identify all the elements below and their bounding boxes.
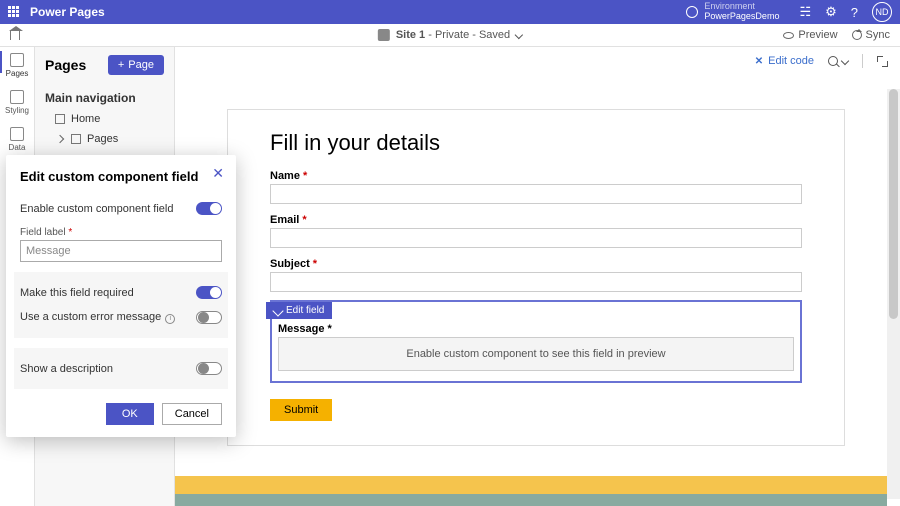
edit-code-label: Edit code: [768, 55, 814, 67]
field-message-selected[interactable]: Edit field Message * Enable custom compo…: [270, 300, 802, 383]
site-status[interactable]: Site 1 - Private - Saved: [378, 29, 522, 41]
submit-button[interactable]: Submit: [270, 399, 332, 421]
scrollbar-thumb[interactable]: [889, 89, 898, 319]
email-input[interactable]: [270, 228, 802, 248]
nav-item-label: Pages: [87, 133, 118, 145]
styling-icon: [10, 90, 24, 104]
panel-title: Pages: [45, 57, 86, 73]
enable-component-row: Enable custom component field: [20, 196, 222, 221]
app-launcher-icon[interactable]: [8, 6, 20, 18]
top-bar: Power Pages Environment PowerPagesDemo ☵…: [0, 0, 900, 24]
show-description-label: Show a description: [20, 363, 113, 375]
nav-item-label: Home: [71, 113, 100, 125]
nav-label: Pages: [6, 69, 29, 78]
breadcrumb-bar: Site 1 - Private - Saved Preview Sync: [0, 24, 900, 47]
custom-error-label: Use a custom error messagei: [20, 311, 175, 324]
enable-component-toggle[interactable]: [196, 202, 222, 215]
message-placeholder-box: Enable custom component to see this fiel…: [278, 337, 794, 371]
canvas: ✕ Edit code Fill in your details Name * E…: [175, 47, 900, 506]
custom-error-row: Use a custom error messagei: [20, 305, 222, 330]
cancel-button[interactable]: Cancel: [162, 403, 222, 425]
page-icon: [71, 134, 81, 144]
name-label: Name *: [270, 170, 802, 182]
form-card: Fill in your details Name * Email * Subj…: [227, 109, 845, 446]
edit-field-button[interactable]: Edit field: [266, 302, 332, 319]
brand-title: Power Pages: [30, 5, 105, 19]
nav-item-pages[interactable]: Pages: [35, 129, 174, 149]
home-icon[interactable]: [10, 30, 20, 40]
form-heading: Fill in your details: [270, 130, 802, 156]
message-label: Message *: [278, 323, 794, 335]
environment-picker[interactable]: Environment PowerPagesDemo: [686, 2, 779, 22]
add-page-button[interactable]: + Page: [108, 55, 164, 75]
subject-label: Subject *: [270, 258, 802, 270]
canvas-toolbar: ✕ Edit code: [175, 47, 900, 75]
nav-label: Data: [9, 143, 26, 152]
scrollbar[interactable]: [887, 89, 900, 499]
email-label: Email *: [270, 214, 802, 226]
data-icon: [10, 127, 24, 141]
footer-band-green: [175, 494, 887, 506]
sync-button[interactable]: Sync: [852, 29, 890, 41]
chevron-down-icon: [841, 57, 849, 65]
notifications-icon[interactable]: ☵: [799, 4, 811, 20]
preview-label: Preview: [798, 29, 837, 41]
show-description-toggle[interactable]: [196, 362, 222, 375]
dialog-title: Edit custom component field: [20, 169, 222, 184]
site-name: Site 1: [396, 29, 425, 41]
add-page-label: Page: [128, 59, 154, 71]
plus-icon: +: [118, 59, 124, 71]
info-icon[interactable]: i: [165, 314, 175, 324]
pencil-icon: [272, 305, 283, 316]
show-description-row: Show a description: [20, 356, 222, 381]
pages-icon: [10, 53, 24, 67]
edit-field-label: Edit field: [286, 305, 324, 316]
site-icon: [378, 29, 390, 41]
edit-field-dialog: ✕ Edit custom component field Enable cus…: [6, 155, 236, 437]
required-row: Make this field required: [20, 280, 222, 305]
required-toggle[interactable]: [196, 286, 222, 299]
home-page-icon: [55, 114, 65, 124]
magnify-icon: [828, 56, 838, 66]
fullscreen-icon[interactable]: [877, 56, 888, 67]
help-icon[interactable]: ?: [851, 5, 858, 20]
custom-error-toggle[interactable]: [196, 311, 222, 324]
field-email: Email *: [270, 214, 802, 248]
nav-styling[interactable]: Styling: [5, 90, 29, 115]
ok-button[interactable]: OK: [106, 403, 154, 425]
sync-icon: [852, 30, 862, 40]
name-input[interactable]: [270, 184, 802, 204]
eye-icon: [783, 32, 794, 39]
field-subject: Subject *: [270, 258, 802, 292]
field-label-input[interactable]: [20, 240, 222, 262]
sync-label: Sync: [866, 29, 890, 41]
edit-code-button[interactable]: ✕ Edit code: [755, 55, 814, 67]
chevron-down-icon: [515, 31, 523, 39]
nav-item-home[interactable]: Home: [35, 109, 174, 129]
required-label: Make this field required: [20, 287, 134, 299]
main-navigation-header: Main navigation: [35, 83, 174, 109]
field-label-label: Field label *: [20, 227, 222, 238]
site-state: - Private - Saved: [425, 29, 510, 41]
preview-button[interactable]: Preview: [783, 29, 837, 41]
field-name: Name *: [270, 170, 802, 204]
settings-icon[interactable]: ⚙: [825, 4, 837, 20]
enable-component-label: Enable custom component field: [20, 203, 173, 215]
nav-label: Styling: [5, 106, 29, 115]
nav-data[interactable]: Data: [9, 127, 26, 152]
chevron-right-icon: [56, 135, 64, 143]
zoom-control[interactable]: [828, 56, 848, 66]
footer-band-yellow: [175, 476, 887, 494]
environment-name: PowerPagesDemo: [704, 12, 779, 22]
user-avatar[interactable]: ND: [872, 2, 892, 22]
subject-input[interactable]: [270, 272, 802, 292]
environment-icon: [686, 6, 698, 18]
close-icon[interactable]: ✕: [212, 165, 224, 182]
vscode-icon: ✕: [755, 56, 763, 67]
nav-pages[interactable]: Pages: [6, 53, 29, 78]
